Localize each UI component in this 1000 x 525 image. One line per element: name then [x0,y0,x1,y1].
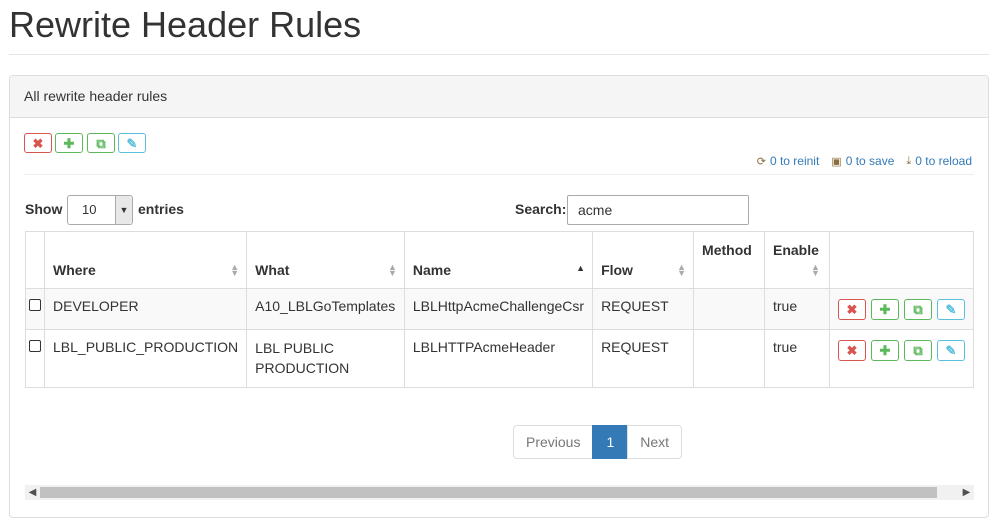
cell-enable: true [763,288,831,330]
row-checkbox[interactable] [29,299,41,311]
toolbar-divider [24,174,974,175]
row-add-button[interactable]: ✚ [871,299,899,320]
reload-link[interactable]: ⤓ 0 to reload [906,154,972,168]
sort-icon: ▲ ▼ [677,262,687,278]
rules-panel: All rewrite header rules ✖ ✚ ⧉ ✎ ⟳ 0 to … [9,75,989,518]
download-icon: ⤓ [906,154,912,167]
horizontal-scrollbar[interactable]: ◀ ▶ [25,485,974,500]
chevron-down-icon: ▼ [115,196,132,224]
row-actions-cell: ✖ ✚ ⧉ ✎ [829,288,974,330]
edit-icon: ✎ [126,135,138,151]
column-label-what: What [255,262,290,278]
sort-icon: ▲ ▼ [230,262,240,278]
cell-enable: true [763,329,831,388]
reload-label: 0 to reload [915,154,972,168]
column-label-method: Method [702,242,752,258]
rules-table: Where ▲ ▼ What ▲ ▼ Name ▲ Flow ▲ ▼ Method [25,231,974,388]
cell-method [693,329,765,388]
close-icon: ✖ [846,301,858,317]
row-select-cell [25,288,45,330]
table-row: LBL_PUBLIC_PRODUCTION LBL PUBLIC PRODUCT… [25,329,974,388]
copy-icon: ⧉ [913,342,923,358]
row-delete-button[interactable]: ✖ [838,299,866,320]
entries-label: entries [138,201,184,217]
column-label-name: Name [412,262,451,278]
row-edit-button[interactable]: ✎ [937,299,965,320]
edit-icon: ✎ [945,342,957,358]
cell-name: LBLHttpAcmeChallengeCsr [403,288,594,330]
cell-where: LBL_PUBLIC_PRODUCTION [43,329,248,388]
pagination: Previous 1 Next [513,425,683,459]
cell-where: DEVELOPER [43,288,248,330]
toolbar-edit-button[interactable]: ✎ [118,133,146,153]
search-label: Search: [515,201,567,217]
edit-icon: ✎ [945,301,957,317]
cell-flow: REQUEST [592,288,695,330]
row-checkbox[interactable] [29,340,41,352]
row-delete-button[interactable]: ✖ [838,340,866,361]
column-label-where: Where [53,262,96,278]
cell-name: LBLHTTPAcmeHeader [403,329,594,388]
select-column-header [25,231,45,289]
column-header-what[interactable]: What ▲ ▼ [246,231,405,289]
page-length-value: 10 [82,202,97,217]
copy-icon: ⧉ [913,301,923,317]
panel-heading: All rewrite header rules [10,76,988,118]
cell-what: LBL PUBLIC PRODUCTION [246,329,405,388]
plus-icon: ✚ [879,342,891,358]
row-add-button[interactable]: ✚ [871,340,899,361]
column-header-flow[interactable]: Flow ▲ ▼ [592,231,695,289]
column-header-name[interactable]: Name ▲ [403,231,594,289]
page-length-select[interactable]: 10 ▼ [67,195,133,225]
refresh-icon: ⟳ [756,155,766,168]
cell-what: A10_LBLGoTemplates [246,288,405,330]
scroll-right-arrow-icon[interactable]: ▶ [959,487,974,498]
row-edit-button[interactable]: ✎ [937,340,965,361]
copy-icon: ⧉ [96,135,106,151]
status-links: ⟳ 0 to reinit ▣ 0 to save ⤓ 0 to reload [757,154,972,168]
row-select-cell [25,329,45,388]
row-copy-button[interactable]: ⧉ [904,299,932,320]
cell-method [693,288,765,330]
sort-asc-icon: ▲ [576,263,586,273]
scroll-left-arrow-icon[interactable]: ◀ [25,487,40,498]
column-header-where[interactable]: Where ▲ ▼ [43,231,248,289]
floppy-icon: ▣ [831,155,842,168]
toolbar-add-button[interactable]: ✚ [55,133,83,153]
reinit-link[interactable]: ⟳ 0 to reinit [757,154,820,168]
next-page-button[interactable]: Next [627,425,683,459]
save-link[interactable]: ▣ 0 to save [831,154,894,168]
close-icon: ✖ [846,342,858,358]
cell-flow: REQUEST [592,329,695,388]
close-icon: ✖ [32,135,44,151]
page-title: Rewrite Header Rules [9,4,362,45]
column-label-flow: Flow [601,262,633,278]
plus-icon: ✚ [63,135,75,151]
plus-icon: ✚ [879,301,891,317]
actions-column-header [829,231,974,289]
page-1-button[interactable]: 1 [592,425,629,459]
column-header-enable[interactable]: Enable ▲ ▼ [763,231,831,289]
reinit-label: 0 to reinit [769,154,820,168]
toolbar-copy-button[interactable]: ⧉ [87,133,115,153]
search-input[interactable] [567,195,749,225]
row-copy-button[interactable]: ⧉ [904,340,932,361]
row-actions-cell: ✖ ✚ ⧉ ✎ [829,329,974,388]
show-label: Show [25,201,63,217]
column-header-method[interactable]: Method [693,231,765,289]
save-label: 0 to save [845,154,895,168]
scrollbar-thumb[interactable] [40,487,937,498]
column-label-enable: Enable [772,242,819,258]
title-divider [9,54,989,55]
table-row: DEVELOPER A10_LBLGoTemplates LBLHttpAcme… [25,288,974,330]
previous-page-button[interactable]: Previous [513,425,594,459]
sort-icon: ▲ ▼ [387,262,397,278]
toolbar-delete-button[interactable]: ✖ [24,133,52,153]
sort-icon: ▲ ▼ [810,262,820,278]
